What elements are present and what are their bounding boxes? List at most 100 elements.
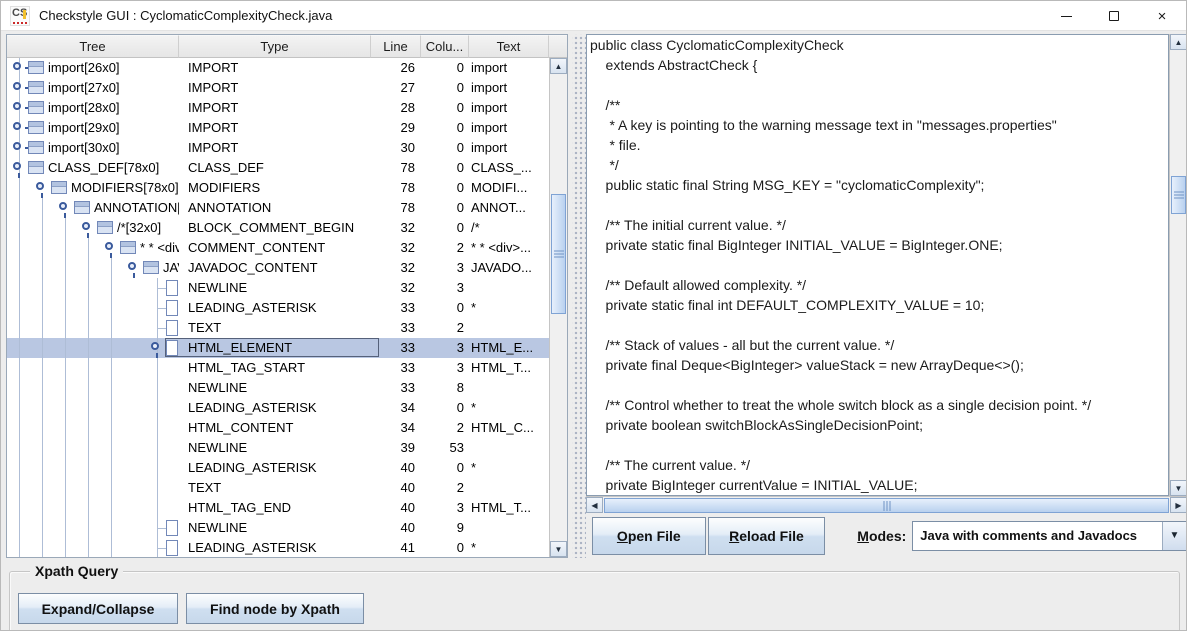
table-row[interactable]: LEADING_ASTERISK400* (7, 458, 549, 478)
column-header-line[interactable]: Line (371, 35, 421, 58)
tree-cell (7, 398, 179, 418)
text-cell: HTML_T... (469, 498, 549, 518)
line-cell: 40 (371, 518, 421, 538)
expand-handle-icon[interactable] (13, 122, 21, 130)
text-cell: import (469, 138, 549, 158)
column-header-column[interactable]: Colu... (421, 35, 469, 58)
collapse-handle-icon[interactable] (105, 242, 113, 250)
maximize-button[interactable] (1090, 1, 1138, 31)
text-cell: HTML_C... (469, 418, 549, 438)
expand-handle-icon[interactable] (13, 82, 21, 90)
line-cell: 33 (371, 318, 421, 338)
table-row[interactable]: * * <div>COMMENT_CONTENT322* * <div>... (7, 238, 549, 258)
tree-indent-guide (65, 518, 66, 538)
tree-indent-guide (42, 258, 43, 278)
table-row[interactable]: TEXT332 (7, 318, 549, 338)
collapse-handle-icon[interactable] (13, 162, 21, 170)
text-cell: HTML_T... (469, 358, 549, 378)
chevron-down-icon[interactable]: ▼ (1162, 522, 1186, 550)
folder-node-icon (28, 61, 44, 74)
tree-vertical-scrollbar[interactable]: ▲▼ (549, 58, 567, 557)
scrollbar-thumb[interactable] (551, 194, 566, 314)
table-row[interactable]: LEADING_ASTERISK340* (7, 398, 549, 418)
code-vertical-scrollbar[interactable]: ▲▼ (1169, 34, 1187, 496)
expand-collapse-button[interactable]: Expand/Collapse (18, 593, 178, 624)
table-row[interactable]: CLASS_DEF[78x0]CLASS_DEF780CLASS_... (7, 158, 549, 178)
folder-node-icon (28, 121, 44, 134)
table-row[interactable]: import[30x0]IMPORT300import (7, 138, 549, 158)
column-cell: 0 (421, 78, 469, 98)
line-cell: 29 (371, 118, 421, 138)
collapse-handle-icon[interactable] (151, 342, 159, 350)
tree-indent-guide (42, 278, 43, 298)
tree-cell (7, 318, 179, 338)
scrollbar-thumb[interactable] (604, 498, 1169, 513)
table-row[interactable]: import[26x0]IMPORT260import (7, 58, 549, 78)
xpath-query-group: Xpath Query Expand/Collapse Find node by… (9, 571, 1180, 631)
scroll-up-icon[interactable]: ▲ (1170, 34, 1187, 50)
scroll-left-icon[interactable]: ◀ (586, 497, 603, 513)
code-horizontal-scrollbar[interactable]: ◀▶ (586, 496, 1187, 513)
mode-select[interactable]: Java with comments and Javadocs ▼ (912, 521, 1187, 551)
scroll-down-icon[interactable]: ▼ (550, 541, 567, 557)
table-row[interactable]: LEADING_ASTERISK330* (7, 298, 549, 318)
code-editor[interactable]: public class CyclomaticComplexityCheck e… (586, 34, 1169, 496)
collapse-handle-icon[interactable] (82, 222, 90, 230)
table-row[interactable]: HTML_TAG_END403HTML_T... (7, 498, 549, 518)
tree-cell: import[26x0] (7, 58, 179, 78)
type-cell: TEXT (179, 478, 371, 498)
line-cell: 78 (371, 158, 421, 178)
tree-branch-tick (157, 328, 166, 329)
expand-handle-icon[interactable] (13, 142, 21, 150)
leaf-node-icon (166, 320, 178, 336)
reload-file-button[interactable]: Reload File (708, 517, 826, 555)
tree-indent-guide (42, 478, 43, 498)
collapse-handle-icon[interactable] (36, 182, 44, 190)
tree-cell (7, 538, 179, 557)
column-header-tree[interactable]: Tree (7, 35, 179, 58)
tree-indent-guide (88, 498, 89, 518)
main-content: Tree Type Line Colu... Text import[26x0]… (1, 31, 1187, 631)
tree-cell: import[27x0] (7, 78, 179, 98)
window-title: Checkstyle GUI : CyclomaticComplexityChe… (39, 8, 332, 23)
table-row[interactable]: HTML_ELEMENT333HTML_E... (7, 338, 549, 358)
table-row[interactable]: JAVADOC_CONTENTJAVADOC_CONTENT323JAVADO.… (7, 258, 549, 278)
close-button[interactable]: × (1138, 1, 1186, 31)
line-cell: 32 (371, 218, 421, 238)
table-row[interactable]: import[27x0]IMPORT270import (7, 78, 549, 98)
scrollbar-thumb[interactable] (1171, 176, 1186, 214)
table-row[interactable]: HTML_CONTENT342HTML_C... (7, 418, 549, 438)
expand-handle-icon[interactable] (13, 102, 21, 110)
table-row[interactable]: NEWLINE323 (7, 278, 549, 298)
table-row[interactable]: LEADING_ASTERISK410* (7, 538, 549, 557)
scroll-up-icon[interactable]: ▲ (550, 58, 567, 74)
table-row[interactable]: HTML_TAG_START333HTML_T... (7, 358, 549, 378)
table-row[interactable]: MODIFIERS[78x0]MODIFIERS780MODIFI... (7, 178, 549, 198)
collapse-handle-icon[interactable] (128, 262, 136, 270)
tree-indent-guide (111, 418, 112, 438)
split-pane-divider[interactable] (572, 34, 586, 558)
column-header-type[interactable]: Type (179, 35, 371, 58)
line-cell: 30 (371, 138, 421, 158)
collapse-handle-icon[interactable] (59, 202, 67, 210)
tree-indent-guide (42, 538, 43, 557)
tree-indent-guide (88, 238, 89, 258)
expand-handle-icon[interactable] (13, 62, 21, 70)
table-row[interactable]: NEWLINE409 (7, 518, 549, 538)
table-row[interactable]: /*[32x0]BLOCK_COMMENT_BEGIN320/* (7, 218, 549, 238)
table-row[interactable]: import[29x0]IMPORT290import (7, 118, 549, 138)
find-node-by-xpath-button[interactable]: Find node by Xpath (186, 593, 364, 624)
table-row[interactable]: NEWLINE3953 (7, 438, 549, 458)
ast-tree-table[interactable]: Tree Type Line Colu... Text import[26x0]… (6, 34, 568, 558)
table-row[interactable]: ANNOTATION[78x0]ANNOTATION780ANNOT... (7, 198, 549, 218)
table-row[interactable]: NEWLINE338 (7, 378, 549, 398)
table-row[interactable]: import[28x0]IMPORT280import (7, 98, 549, 118)
minimize-button[interactable] (1042, 1, 1090, 31)
tree-indent-guide (88, 318, 89, 338)
scroll-down-icon[interactable]: ▼ (1170, 480, 1187, 496)
table-row[interactable]: TEXT402 (7, 478, 549, 498)
scroll-right-icon[interactable]: ▶ (1170, 497, 1187, 513)
tree-indent-guide (65, 238, 66, 258)
open-file-button[interactable]: Open File (592, 517, 706, 555)
column-header-text[interactable]: Text (469, 35, 549, 58)
